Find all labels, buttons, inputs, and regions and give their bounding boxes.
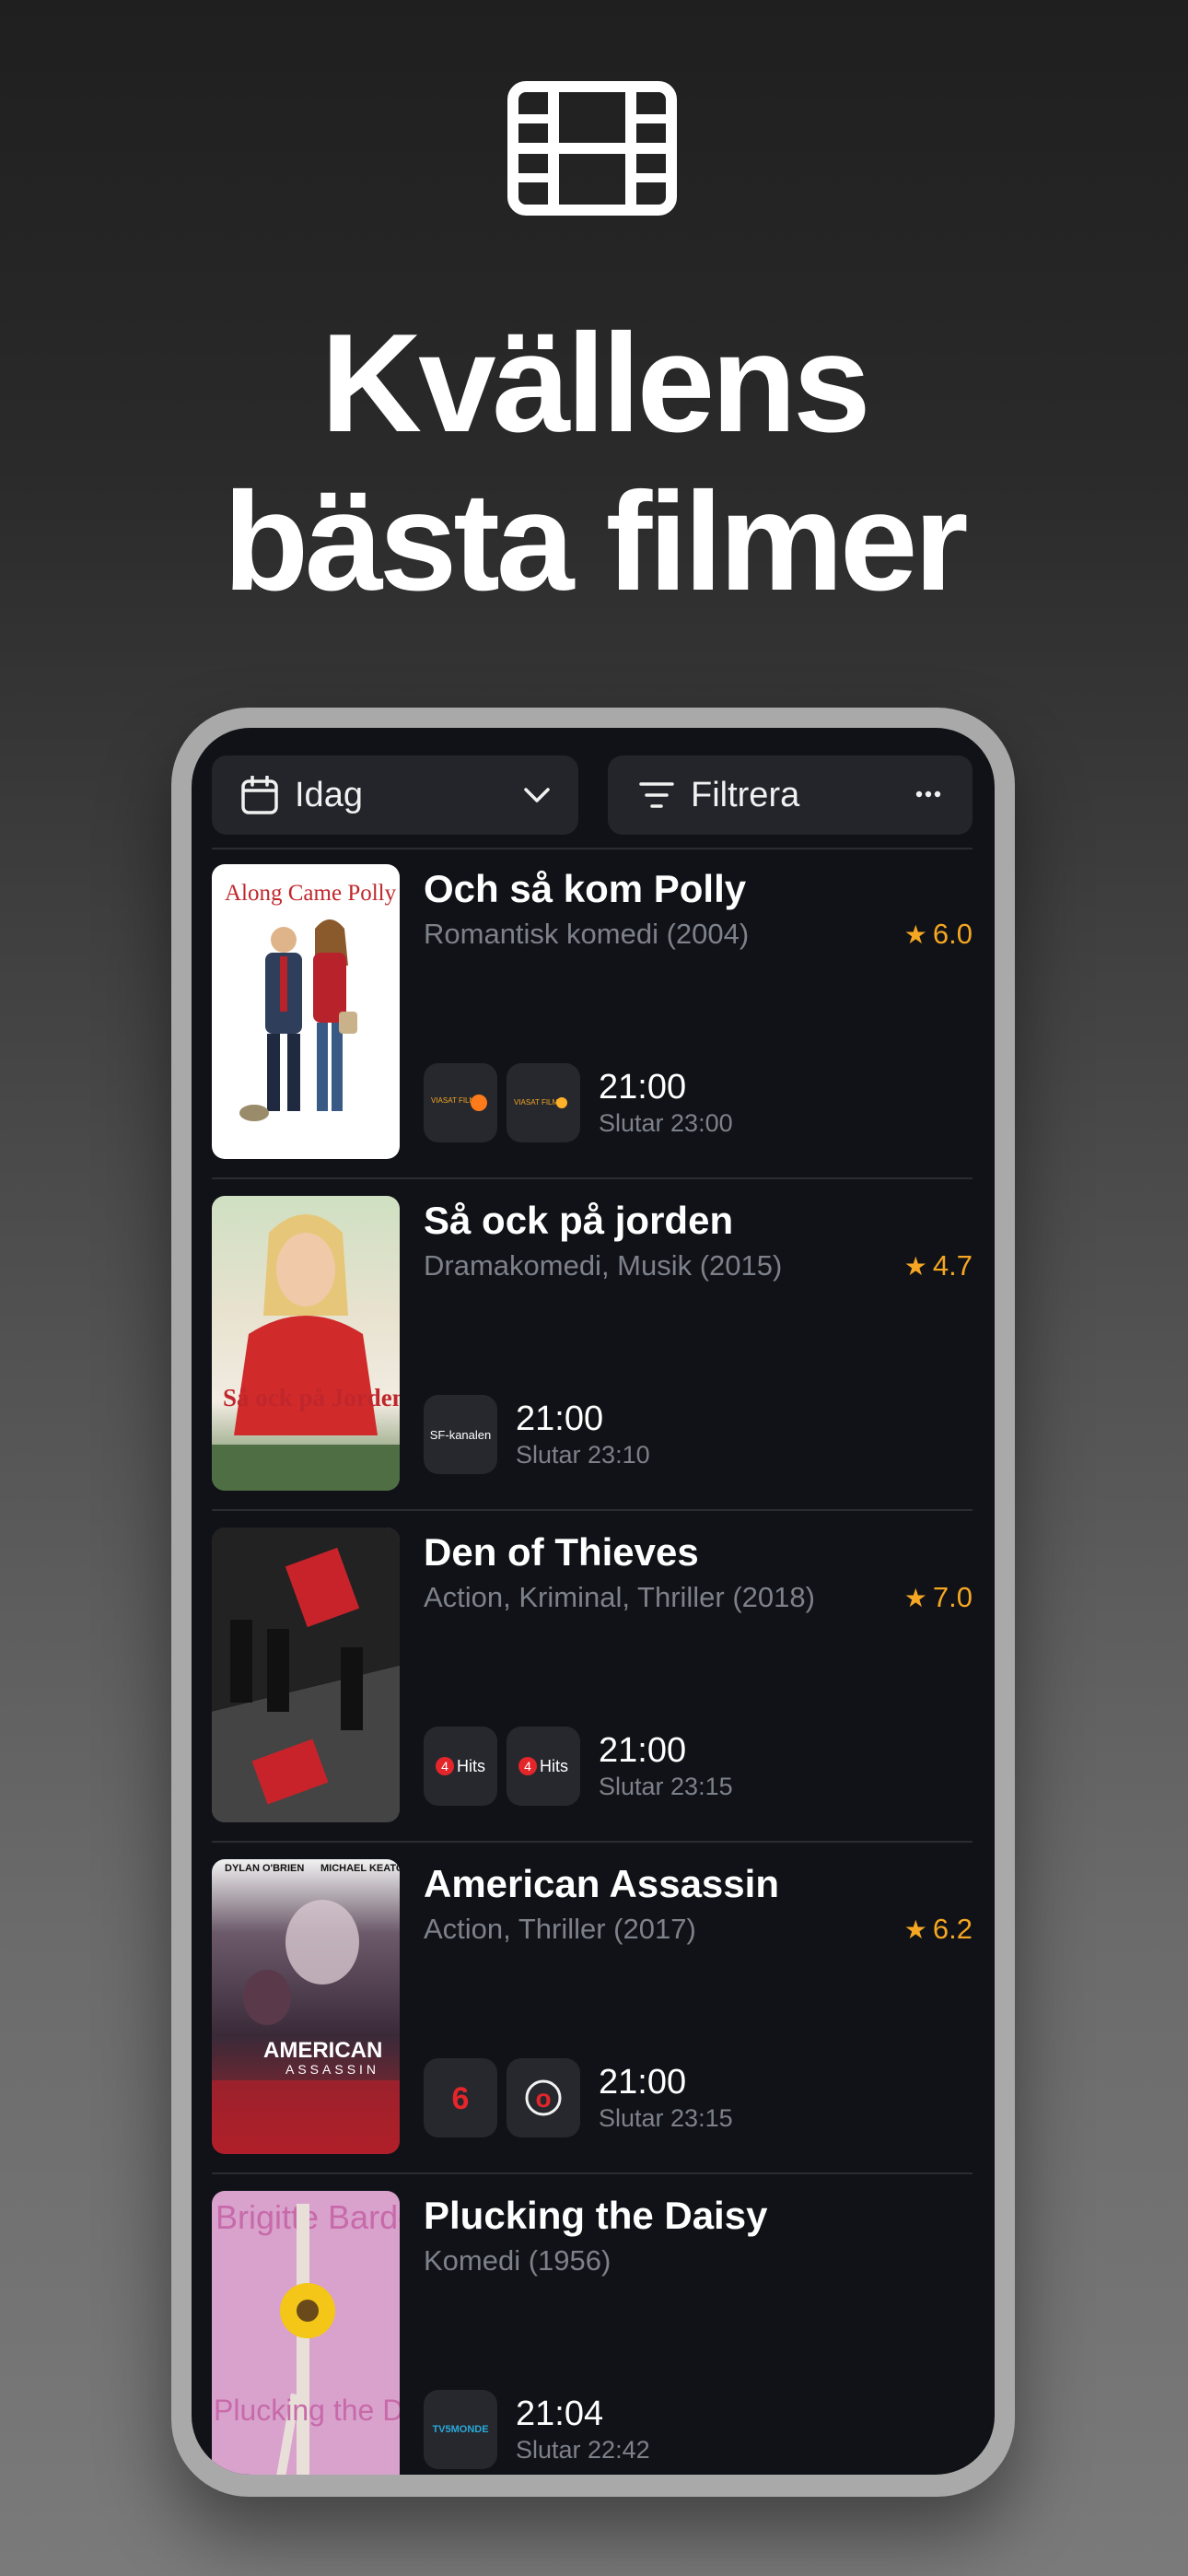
list-item[interactable]: Så ock på Jorden Så ock på jorden Dramak… xyxy=(212,1196,973,1491)
movie-meta: Action, Thriller (2017) xyxy=(424,1913,696,1945)
start-time: 21:00 xyxy=(599,1731,687,1770)
rating-value: 6.2 xyxy=(932,1913,973,1945)
phone-frame: Idag Filtrera Along Came Polly Och så ko… xyxy=(171,708,1015,2497)
viasat-film-logo: VIASAT FILM xyxy=(514,1097,567,1108)
calendar-icon xyxy=(241,776,278,814)
channel-name: SF-kanalen xyxy=(429,1427,492,1442)
movie-meta: Dramakomedi, Musik (2015) xyxy=(424,1249,783,1282)
poster-title: Plucking the Daisy xyxy=(214,2394,400,2427)
movie-meta: Komedi (1956) xyxy=(424,2244,611,2277)
headline: Kvällens bästa filmer xyxy=(0,304,1188,621)
movie-title: Den of Thieves xyxy=(424,1530,699,1574)
divider xyxy=(212,2172,973,2174)
channel-name: Hits xyxy=(540,1756,568,1775)
channel-logo[interactable]: 4 Hits xyxy=(507,1727,580,1806)
tv4-icon: 4 xyxy=(518,1757,537,1775)
end-time: Slutar 22:42 xyxy=(516,2436,650,2464)
poster-title: Så ock på Jorden xyxy=(223,1384,400,1411)
viasat-film-logo: VIASAT FILM xyxy=(431,1095,487,1111)
filter-label: Filtrera xyxy=(691,775,800,814)
rating-value: 4.7 xyxy=(932,1249,973,1282)
end-time: Slutar 23:15 xyxy=(599,1773,733,1800)
star-icon: ★ xyxy=(903,920,927,949)
start-time: 21:04 xyxy=(516,2395,604,2433)
start-time: 21:00 xyxy=(599,1068,687,1107)
date-selector[interactable]: Idag xyxy=(212,755,578,835)
end-time: Slutar 23:15 xyxy=(599,2104,733,2132)
list-item[interactable]: DYLAN O'BRIEN MICHAEL KEATON AMERICAN AS… xyxy=(212,1859,973,2154)
movie-rating: ★ 6.2 xyxy=(904,1911,973,1949)
channel-logo[interactable]: o xyxy=(507,2058,580,2137)
movie-poster: DYLAN O'BRIEN MICHAEL KEATON AMERICAN AS… xyxy=(212,1859,400,2154)
divider xyxy=(212,1177,973,1179)
star-icon: ★ xyxy=(903,1915,927,1944)
channel-name: 6 xyxy=(452,2081,470,2116)
divider xyxy=(212,1509,973,1511)
filter-button[interactable]: Filtrera xyxy=(608,755,973,835)
movie-meta: Action, Kriminal, Thriller (2018) xyxy=(424,1581,815,1613)
start-time: 21:00 xyxy=(599,2063,687,2102)
movie-rating: ★ 4.7 xyxy=(904,1247,973,1285)
movie-poster: Så ock på Jorden xyxy=(212,1196,400,1491)
filter-icon xyxy=(639,782,674,808)
channel-logo[interactable]: VIASAT FILM xyxy=(507,1063,580,1142)
list-item[interactable]: Den of Thieves Action, Kriminal, Thrille… xyxy=(212,1528,973,1822)
movie-title: Plucking the Daisy xyxy=(424,2194,768,2237)
movie-meta: Romantisk komedi (2004) xyxy=(424,918,750,950)
headline-line-2: bästa filmer xyxy=(223,463,968,620)
movie-title: Och så kom Polly xyxy=(424,867,747,910)
poster-art xyxy=(276,2204,335,2475)
headline-line-1: Kvällens xyxy=(320,305,870,462)
channel-name: Hits xyxy=(457,1756,485,1775)
poster-title: AMERICAN xyxy=(263,2038,383,2063)
start-time: 21:00 xyxy=(516,1399,604,1438)
list-item[interactable]: Along Came Polly Och så kom Polly Romant… xyxy=(212,864,973,1159)
channel-logo[interactable]: SF-kanalen xyxy=(424,1395,497,1474)
movie-title: Så ock på jorden xyxy=(424,1199,734,1242)
svg-text:VIASAT FILM: VIASAT FILM xyxy=(431,1096,475,1105)
svg-text:VIASAT FILM: VIASAT FILM xyxy=(514,1098,558,1107)
movie-rating: ★ 7.0 xyxy=(904,1579,973,1617)
divider xyxy=(212,1841,973,1843)
channel-logo[interactable]: 4 Hits xyxy=(424,1727,497,1806)
star-icon: ★ xyxy=(903,1584,927,1612)
date-label: Idag xyxy=(295,775,363,814)
movie-rating: ★ 6.0 xyxy=(904,916,973,954)
channel-logo[interactable]: 6 xyxy=(424,2058,497,2137)
star-icon: ★ xyxy=(903,1252,927,1281)
end-time: Slutar 23:00 xyxy=(599,1109,733,1137)
movie-title: American Assassin xyxy=(424,1862,779,1905)
list-item[interactable]: Brigitte Bardot Plucking the Daisy Pluck… xyxy=(212,2191,973,2475)
poster-subtitle: ASSASSIN xyxy=(285,2062,380,2077)
more-icon xyxy=(915,790,941,798)
movie-poster xyxy=(212,1528,400,1822)
tv4-icon: 4 xyxy=(436,1757,454,1775)
end-time: Slutar 23:10 xyxy=(516,1441,650,1469)
chevron-down-icon xyxy=(524,788,550,802)
channel-logo[interactable]: VIASAT FILM xyxy=(424,1063,497,1142)
channel-name: o xyxy=(535,2084,551,2113)
tv6-logo: o xyxy=(525,2079,562,2116)
movie-poster: Brigitte Bardot Plucking the Daisy xyxy=(212,2191,400,2475)
movie-poster: Along Came Polly xyxy=(212,864,400,1159)
kanal-6-logo: 6 xyxy=(452,2081,470,2116)
toolbar: Idag Filtrera xyxy=(212,755,973,835)
rating-value: 7.0 xyxy=(932,1581,973,1613)
channel-logo[interactable]: TV5MONDE xyxy=(424,2390,497,2469)
poster-art xyxy=(212,1528,400,1822)
poster-art xyxy=(239,919,357,1121)
film-icon xyxy=(507,81,677,216)
channel-name: TV5MONDE xyxy=(432,2424,489,2435)
app-screen: Idag Filtrera Along Came Polly Och så ko… xyxy=(192,728,995,2475)
poster-art xyxy=(212,1214,400,1491)
poster-art xyxy=(212,1900,400,2154)
rating-value: 6.0 xyxy=(932,918,973,950)
divider xyxy=(212,848,973,849)
